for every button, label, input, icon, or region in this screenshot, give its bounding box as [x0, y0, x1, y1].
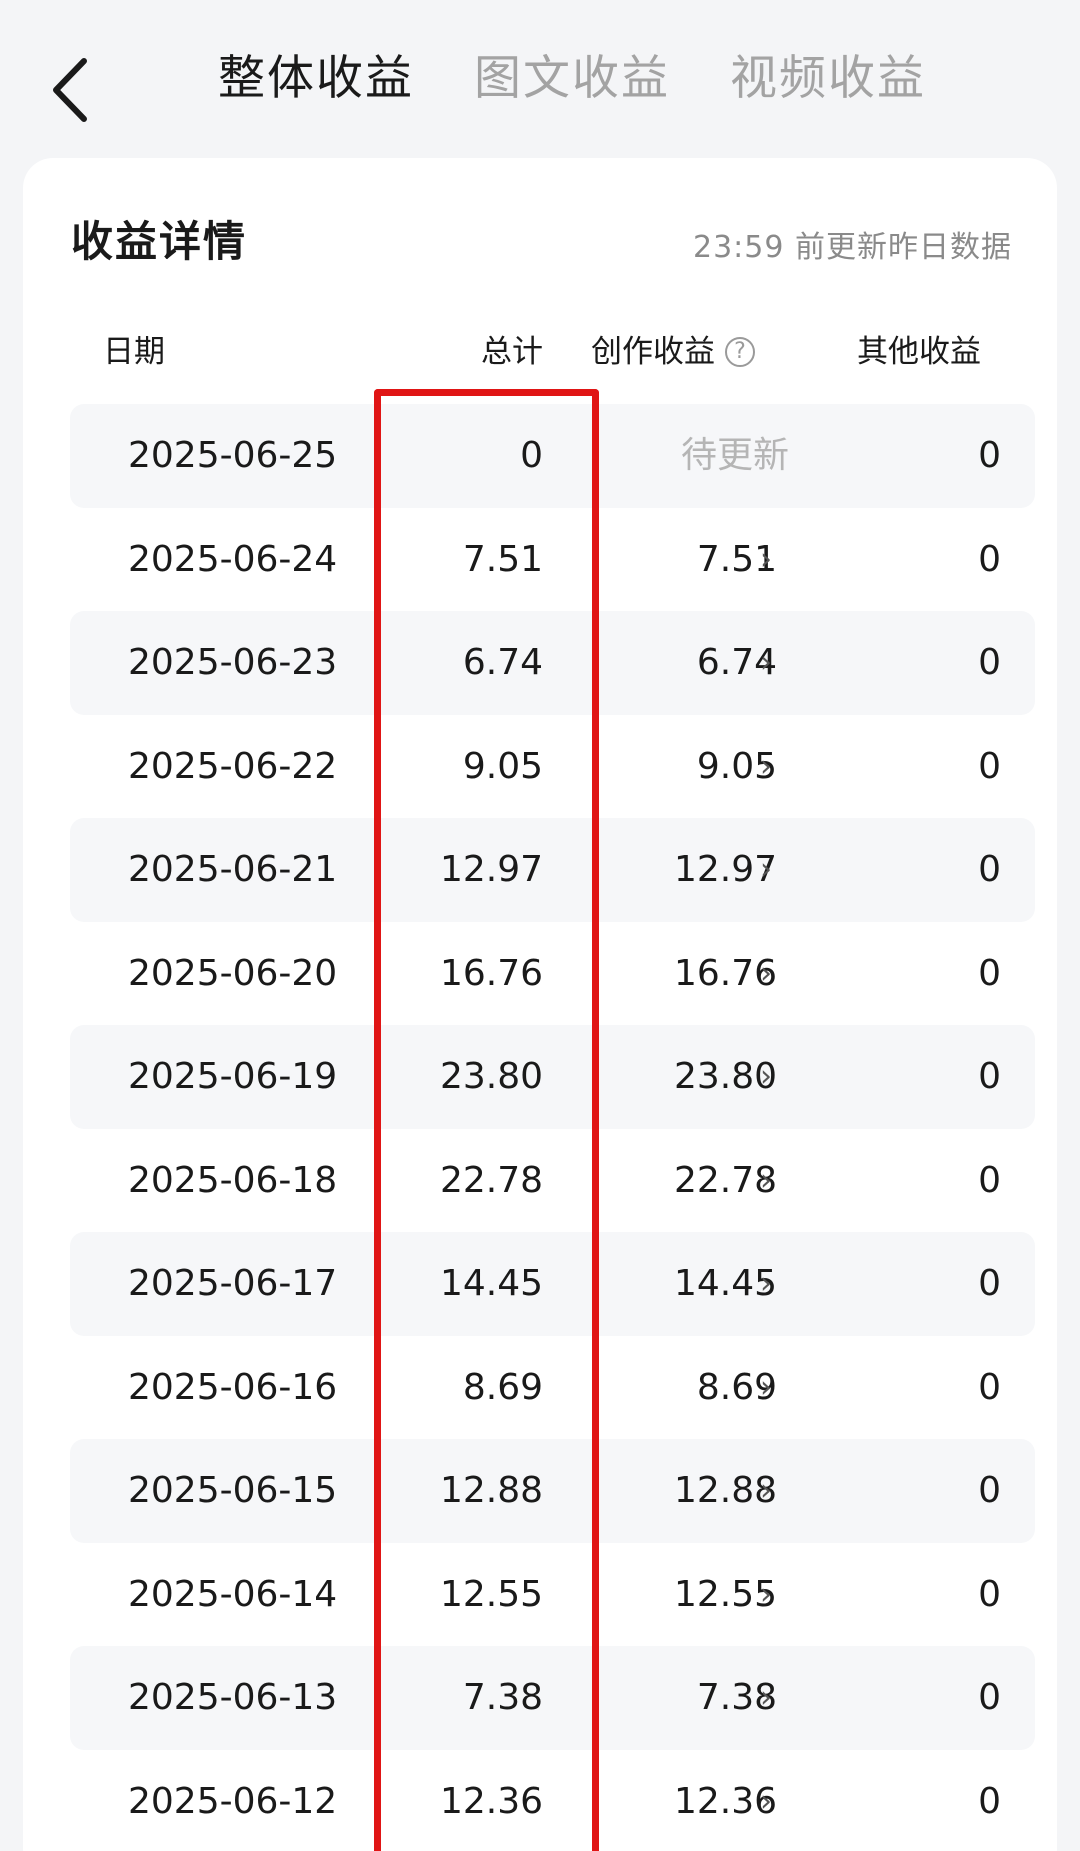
- row-total: 12.88: [439, 1470, 543, 1511]
- back-button[interactable]: [40, 50, 100, 130]
- row-total: 7.51: [462, 538, 543, 580]
- row-total: 7.38: [462, 1677, 543, 1718]
- row-other-earnings: 0: [978, 1573, 1001, 1615]
- chevron-right-icon[interactable]: ›: [760, 611, 772, 715]
- row-date: 2025-06-12: [128, 1780, 338, 1822]
- update-note: 23:59 前更新昨日数据: [693, 230, 1012, 265]
- row-creation-earnings: 待更新: [680, 435, 789, 476]
- row-date: 2025-06-19: [128, 1056, 338, 1097]
- table-row[interactable]: 2025-06-17 14.45 14.45 › 0: [70, 1232, 1035, 1336]
- row-date: 2025-06-21: [128, 849, 338, 890]
- chevron-left-icon: [53, 58, 87, 122]
- row-date: 2025-06-14: [128, 1573, 338, 1615]
- row-total: 23.80: [439, 1056, 543, 1097]
- page: 整体收益 图文收益 视频收益 收益详情 23:59 前更新昨日数据 日期 总计 …: [0, 0, 1080, 1851]
- tab-overall-earnings[interactable]: 整体收益: [218, 44, 414, 114]
- table-row[interactable]: 2025-06-14 12.55 12.55 › 0: [70, 1543, 1035, 1647]
- tab-article-earnings[interactable]: 图文收益: [474, 44, 670, 114]
- row-total: 12.36: [439, 1780, 543, 1822]
- column-header-creation: 创作收益 ?: [591, 330, 755, 374]
- chevron-right-icon[interactable]: ›: [760, 818, 772, 922]
- chevron-right-icon[interactable]: ›: [760, 1439, 772, 1543]
- row-other-earnings: 0: [978, 849, 1001, 890]
- row-other-earnings: 0: [978, 1780, 1001, 1822]
- row-other-earnings: 0: [978, 745, 1001, 787]
- earnings-detail-card: 收益详情 23:59 前更新昨日数据 日期 总计 创作收益 ? 其他收益 202…: [23, 158, 1057, 1851]
- table-row[interactable]: 2025-06-15 12.88 12.88 › 0: [70, 1439, 1035, 1543]
- row-date: 2025-06-20: [128, 952, 338, 994]
- table-row[interactable]: 2025-06-23 6.74 6.74 › 0: [70, 611, 1035, 715]
- tab-video-earnings[interactable]: 视频收益: [730, 44, 926, 114]
- row-total: 16.76: [439, 952, 543, 994]
- row-other-earnings: 0: [978, 538, 1001, 580]
- table-row[interactable]: 2025-06-16 8.69 8.69 › 0: [70, 1336, 1035, 1440]
- table-row[interactable]: 2025-06-13 7.38 7.38 › 0: [70, 1646, 1035, 1750]
- row-other-earnings: 0: [978, 1366, 1001, 1408]
- header: 整体收益 图文收益 视频收益: [0, 0, 1080, 160]
- row-date: 2025-06-16: [128, 1366, 338, 1408]
- question-circle-icon[interactable]: ?: [725, 337, 755, 367]
- column-header-other: 其他收益: [857, 334, 981, 370]
- row-date: 2025-06-13: [128, 1677, 338, 1718]
- row-other-earnings: 0: [978, 642, 1001, 683]
- column-header-creation-label: 创作收益: [591, 334, 715, 370]
- row-total: 9.05: [462, 745, 543, 787]
- row-total: 8.69: [462, 1366, 543, 1408]
- table-row[interactable]: 2025-06-18 22.78 22.78 › 0: [70, 1129, 1035, 1233]
- column-header-total: 总计: [481, 334, 543, 370]
- row-other-earnings: 0: [978, 435, 1001, 476]
- row-date: 2025-06-23: [128, 642, 338, 683]
- tab-bar: 整体收益 图文收益 视频收益: [218, 44, 926, 114]
- row-total: 12.97: [439, 849, 543, 890]
- table-row[interactable]: 2025-06-25 0 待更新 0: [70, 404, 1035, 508]
- card-title: 收益详情: [71, 217, 248, 266]
- row-total: 0: [520, 435, 543, 476]
- row-other-earnings: 0: [978, 1677, 1001, 1718]
- table-row[interactable]: 2025-06-19 23.80 23.80 › 0: [70, 1025, 1035, 1129]
- chevron-right-icon[interactable]: ›: [760, 1232, 772, 1336]
- row-other-earnings: 0: [978, 1263, 1001, 1304]
- table-row[interactable]: 2025-06-12 12.36 12.36 › 0: [70, 1750, 1035, 1851]
- row-total: 14.45: [439, 1263, 543, 1304]
- row-total: 12.55: [439, 1573, 543, 1615]
- chevron-right-icon[interactable]: ›: [760, 1543, 772, 1647]
- row-date: 2025-06-24: [128, 538, 338, 580]
- row-date: 2025-06-17: [128, 1263, 338, 1304]
- row-other-earnings: 0: [978, 1056, 1001, 1097]
- table-row[interactable]: 2025-06-24 7.51 7.51 › 0: [70, 508, 1035, 612]
- table-row[interactable]: 2025-06-21 12.97 12.97 › 0: [70, 818, 1035, 922]
- chevron-right-icon[interactable]: ›: [760, 1750, 772, 1851]
- chevron-right-icon[interactable]: ›: [760, 508, 772, 612]
- chevron-right-icon[interactable]: ›: [760, 1025, 772, 1129]
- row-other-earnings: 0: [978, 1470, 1001, 1511]
- chevron-right-icon[interactable]: ›: [760, 715, 772, 819]
- row-date: 2025-06-18: [128, 1159, 338, 1201]
- row-date: 2025-06-25: [128, 435, 338, 476]
- row-total: 6.74: [462, 642, 543, 683]
- row-date: 2025-06-22: [128, 745, 338, 787]
- column-header-date: 日期: [103, 334, 165, 370]
- row-other-earnings: 0: [978, 952, 1001, 994]
- chevron-right-icon[interactable]: ›: [760, 1646, 772, 1750]
- row-other-earnings: 0: [978, 1159, 1001, 1201]
- row-date: 2025-06-15: [128, 1470, 338, 1511]
- chevron-right-icon[interactable]: ›: [760, 922, 772, 1026]
- earnings-table: 2025-06-25 0 待更新 0 2025-06-24 7.51 7.51 › 0 2025-…: [70, 404, 1035, 1851]
- chevron-right-icon[interactable]: ›: [760, 1336, 772, 1440]
- chevron-right-icon[interactable]: ›: [760, 1129, 772, 1233]
- row-total: 22.78: [439, 1159, 543, 1201]
- table-row[interactable]: 2025-06-20 16.76 16.76 › 0: [70, 922, 1035, 1026]
- table-row[interactable]: 2025-06-22 9.05 9.05 › 0: [70, 715, 1035, 819]
